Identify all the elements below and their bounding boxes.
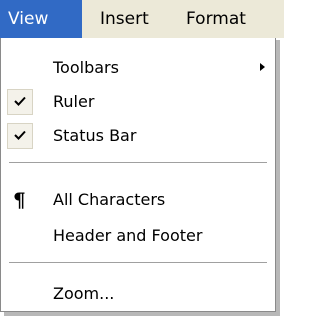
menu-item-label: Status Bar [53, 126, 137, 145]
menu-insert[interactable]: Insert [100, 0, 149, 38]
menu-item-all-characters[interactable]: ¶ All Characters [1, 184, 275, 216]
menu-item-label: Zoom... [53, 284, 115, 303]
menu-item-status-bar[interactable]: Status Bar [1, 120, 275, 152]
menu-item-toolbars[interactable]: Toolbars [1, 52, 275, 84]
menu-item-zoom[interactable]: Zoom... [1, 278, 275, 310]
menu-separator [9, 162, 267, 163]
menu-item-label: Toolbars [53, 58, 119, 77]
submenu-arrow-icon [260, 63, 265, 71]
dropdown-shadow-right [276, 40, 280, 316]
checkmark-icon [7, 89, 33, 115]
pilcrow-icon: ¶ [13, 188, 26, 212]
menu-bar: View Insert Format [0, 0, 284, 38]
menu-view[interactable]: View [0, 0, 82, 38]
view-menu-dropdown: Toolbars Ruler Status Bar ¶ All Characte… [0, 38, 276, 312]
menu-item-ruler[interactable]: Ruler [1, 86, 275, 118]
dropdown-shadow-bottom [4, 312, 280, 316]
menu-item-label: Ruler [53, 92, 95, 111]
menu-format[interactable]: Format [186, 0, 246, 38]
menu-item-label: Header and Footer [53, 226, 203, 245]
menu-item-header-and-footer[interactable]: Header and Footer [1, 220, 275, 252]
checkmark-icon [7, 123, 33, 149]
menu-separator [9, 262, 267, 263]
menu-item-label: All Characters [53, 190, 166, 209]
